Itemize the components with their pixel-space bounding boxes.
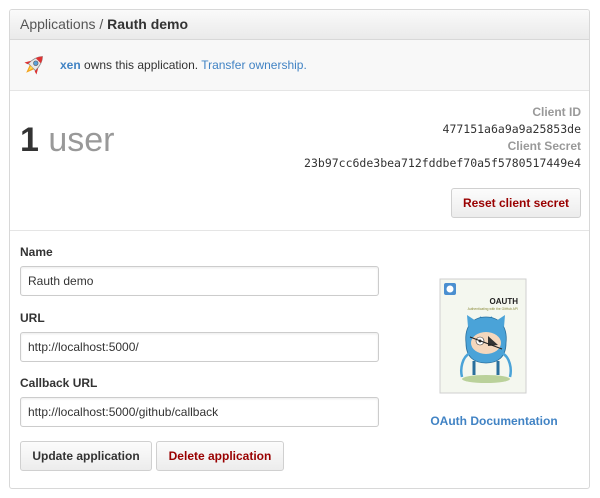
breadcrumb-applications-link[interactable]: Applications [20,16,96,32]
name-label: Name [20,245,53,259]
owner-text: xen owns this application. Transfer owne… [60,58,307,72]
book-cover-title: OAUTH [490,297,519,306]
client-secret-label: Client Secret [507,139,581,153]
breadcrumb: Applications / Rauth demo [10,10,589,40]
client-secret-value: 23b97cc6de3bea712fddbef70a5f5780517449e4 [304,156,581,170]
oauth-documentation-link[interactable]: OAuth Documentation [414,414,574,428]
owner-row: xen owns this application. Transfer owne… [10,40,589,91]
reset-client-secret-button[interactable]: Reset client secret [451,188,581,218]
user-count-label: user [38,121,115,159]
application-form: Name Rauth demo URL http://localhost:500… [10,231,589,488]
delete-application-button[interactable]: Delete application [156,441,284,471]
book-cover-subtitle: Authenticating with the GitHub API [468,307,518,311]
url-label: URL [20,311,45,325]
rocket-icon [24,56,43,75]
callback-url-input[interactable]: http://localhost:5000/github/callback [20,397,379,427]
application-panel: Applications / Rauth demo xen owns this … [9,9,590,489]
update-application-button[interactable]: Update application [20,441,152,471]
client-credentials: Client ID 477151a6a9a9a25853de Client Se… [304,104,581,172]
transfer-ownership-link[interactable]: Transfer ownership. [201,58,307,72]
client-id-value: 477151a6a9a9a25853de [442,122,581,136]
owner-link[interactable]: xen [60,58,81,72]
owner-description: owns this application. [80,58,202,72]
stats-section: 1 user Client ID 477151a6a9a9a25853de Cl… [10,91,589,231]
user-count-number: 1 [20,121,39,159]
callback-url-label: Callback URL [20,376,98,390]
url-input[interactable]: http://localhost:5000/ [20,332,379,362]
oauth-book-cover-image[interactable]: OAUTH Authenticating with the GitHub API [428,277,538,397]
client-id-label: Client ID [532,105,581,119]
user-count: 1 user [20,121,115,160]
breadcrumb-current: Rauth demo [107,16,189,32]
breadcrumb-separator: / [95,16,108,32]
name-input[interactable]: Rauth demo [20,266,379,296]
